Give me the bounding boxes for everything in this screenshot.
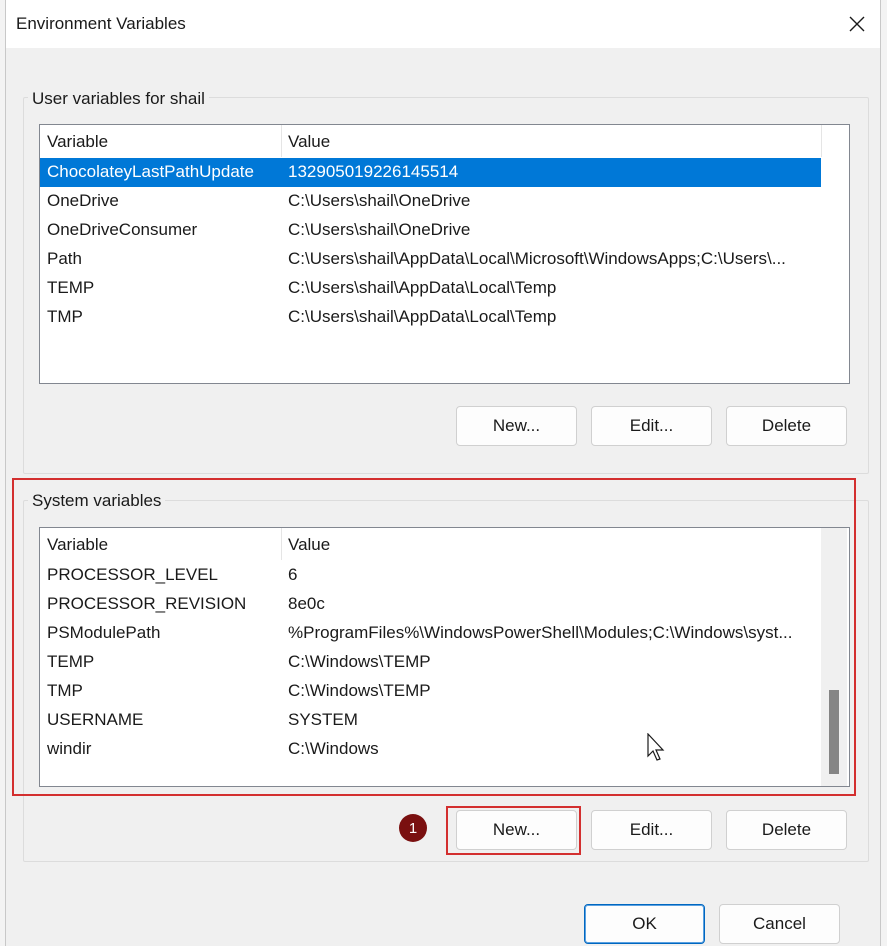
user-new-button[interactable]: New... xyxy=(456,406,577,446)
column-header-value[interactable]: Value xyxy=(288,535,330,555)
close-icon xyxy=(849,16,865,32)
system-list-header: Variable Value xyxy=(40,528,849,561)
background-app-right xyxy=(880,0,887,946)
table-row[interactable]: PSModulePath %ProgramFiles%\WindowsPowerS… xyxy=(40,619,821,648)
user-list-header: Variable Value xyxy=(40,125,849,158)
user-delete-button[interactable]: Delete xyxy=(726,406,847,446)
variable-name-cell: OneDrive xyxy=(47,191,119,210)
variable-name-cell: PSModulePath xyxy=(47,623,161,642)
system-list-scrollbar[interactable] xyxy=(821,528,847,786)
variable-value-cell: 8e0c xyxy=(288,594,325,613)
system-edit-button[interactable]: Edit... xyxy=(591,810,712,850)
table-row[interactable]: PROCESSOR_REVISION 8e0c xyxy=(40,590,821,619)
table-row[interactable]: ChocolateyLastPathUpdate 1329050192261455… xyxy=(40,158,821,187)
system-new-button[interactable]: New... xyxy=(456,810,577,850)
variable-name-cell: PROCESSOR_REVISION xyxy=(47,594,247,613)
variable-value-cell: C:\Users\shail\OneDrive xyxy=(288,191,471,210)
table-row[interactable]: TMP C:\Users\shail\AppData\Local\Temp xyxy=(40,303,821,332)
system-variables-list[interactable]: Variable Value PROCESSOR_LEVEL 6 PROCESSOR… xyxy=(39,527,850,787)
variable-name-cell: PROCESSOR_LEVEL xyxy=(47,565,219,584)
table-row[interactable]: TMP C:\Windows\TEMP xyxy=(40,677,821,706)
variable-name-cell: TEMP xyxy=(47,278,95,297)
table-row[interactable]: OneDrive C:\Users\shail\OneDrive xyxy=(40,187,821,216)
variable-value-cell: C:\Users\shail\AppData\Local\Temp xyxy=(288,307,557,326)
table-row[interactable]: TEMP C:\Windows\TEMP xyxy=(40,648,821,677)
user-variables-label: User variables for shail xyxy=(28,89,209,109)
table-row[interactable]: USERNAME SYSTEM xyxy=(40,706,821,735)
close-button[interactable] xyxy=(834,0,880,48)
variable-name-cell: OneDriveConsumer xyxy=(47,220,198,239)
column-header-value[interactable]: Value xyxy=(288,132,330,152)
variable-name-cell: TMP xyxy=(47,681,83,700)
variable-value-cell: C:\Windows\TEMP xyxy=(288,652,431,671)
system-rows: PROCESSOR_LEVEL 6 PROCESSOR_REVISION 8e0c PS… xyxy=(40,561,821,764)
column-separator[interactable] xyxy=(281,125,282,157)
variable-value-cell: C:\Windows xyxy=(288,739,379,758)
variable-value-cell: SYSTEM xyxy=(288,710,358,729)
title-bar: Environment Variables xyxy=(6,0,880,48)
system-variables-label: System variables xyxy=(28,491,166,511)
variable-value-cell: C:\Users\shail\AppData\Local\Temp xyxy=(288,278,557,297)
scrollbar-thumb[interactable] xyxy=(829,690,839,775)
window-title: Environment Variables xyxy=(16,14,186,33)
column-header-variable[interactable]: Variable xyxy=(47,132,108,152)
variable-name-cell: USERNAME xyxy=(47,710,144,729)
table-row[interactable]: PROCESSOR_LEVEL 6 xyxy=(40,561,821,590)
user-edit-button[interactable]: Edit... xyxy=(591,406,712,446)
variable-value-cell: C:\Users\shail\AppData\Local\Microsoft\W… xyxy=(288,249,786,268)
variable-value-cell: C:\Users\shail\OneDrive xyxy=(288,220,471,239)
environment-variables-dialog: Environment Variables User variables for… xyxy=(5,0,881,946)
variable-name-cell: windir xyxy=(47,739,92,758)
system-delete-button[interactable]: Delete xyxy=(726,810,847,850)
table-row[interactable]: windir C:\Windows xyxy=(40,735,821,764)
variable-name-cell: TEMP xyxy=(47,652,95,671)
variable-value-cell: C:\Windows\TEMP xyxy=(288,681,431,700)
variable-value-cell: 132905019226145514 xyxy=(288,162,459,181)
user-variables-list[interactable]: Variable Value ChocolateyLastPathUpdate 1… xyxy=(39,124,850,384)
variable-name-cell: TMP xyxy=(47,307,83,326)
table-row[interactable]: TEMP C:\Users\shail\AppData\Local\Temp xyxy=(40,274,821,303)
variable-name-cell: Path xyxy=(47,249,82,268)
cancel-button[interactable]: Cancel xyxy=(719,904,840,944)
variable-value-cell: %ProgramFiles%\WindowsPowerShell\Modules… xyxy=(288,623,793,642)
mouse-pointer-icon xyxy=(647,733,665,761)
table-row[interactable]: Path C:\Users\shail\AppData\Local\Microso… xyxy=(40,245,821,274)
variable-value-cell: 6 xyxy=(288,565,298,584)
ok-button[interactable]: OK xyxy=(584,904,705,944)
column-header-variable[interactable]: Variable xyxy=(47,535,108,555)
user-rows: ChocolateyLastPathUpdate 1329050192261455… xyxy=(40,158,821,332)
column-separator[interactable] xyxy=(281,528,282,560)
variable-name-cell: ChocolateyLastPathUpdate xyxy=(47,162,254,181)
step-badge: 1 xyxy=(399,814,427,842)
column-separator[interactable] xyxy=(821,125,822,157)
table-row[interactable]: OneDriveConsumer C:\Users\shail\OneDrive xyxy=(40,216,821,245)
